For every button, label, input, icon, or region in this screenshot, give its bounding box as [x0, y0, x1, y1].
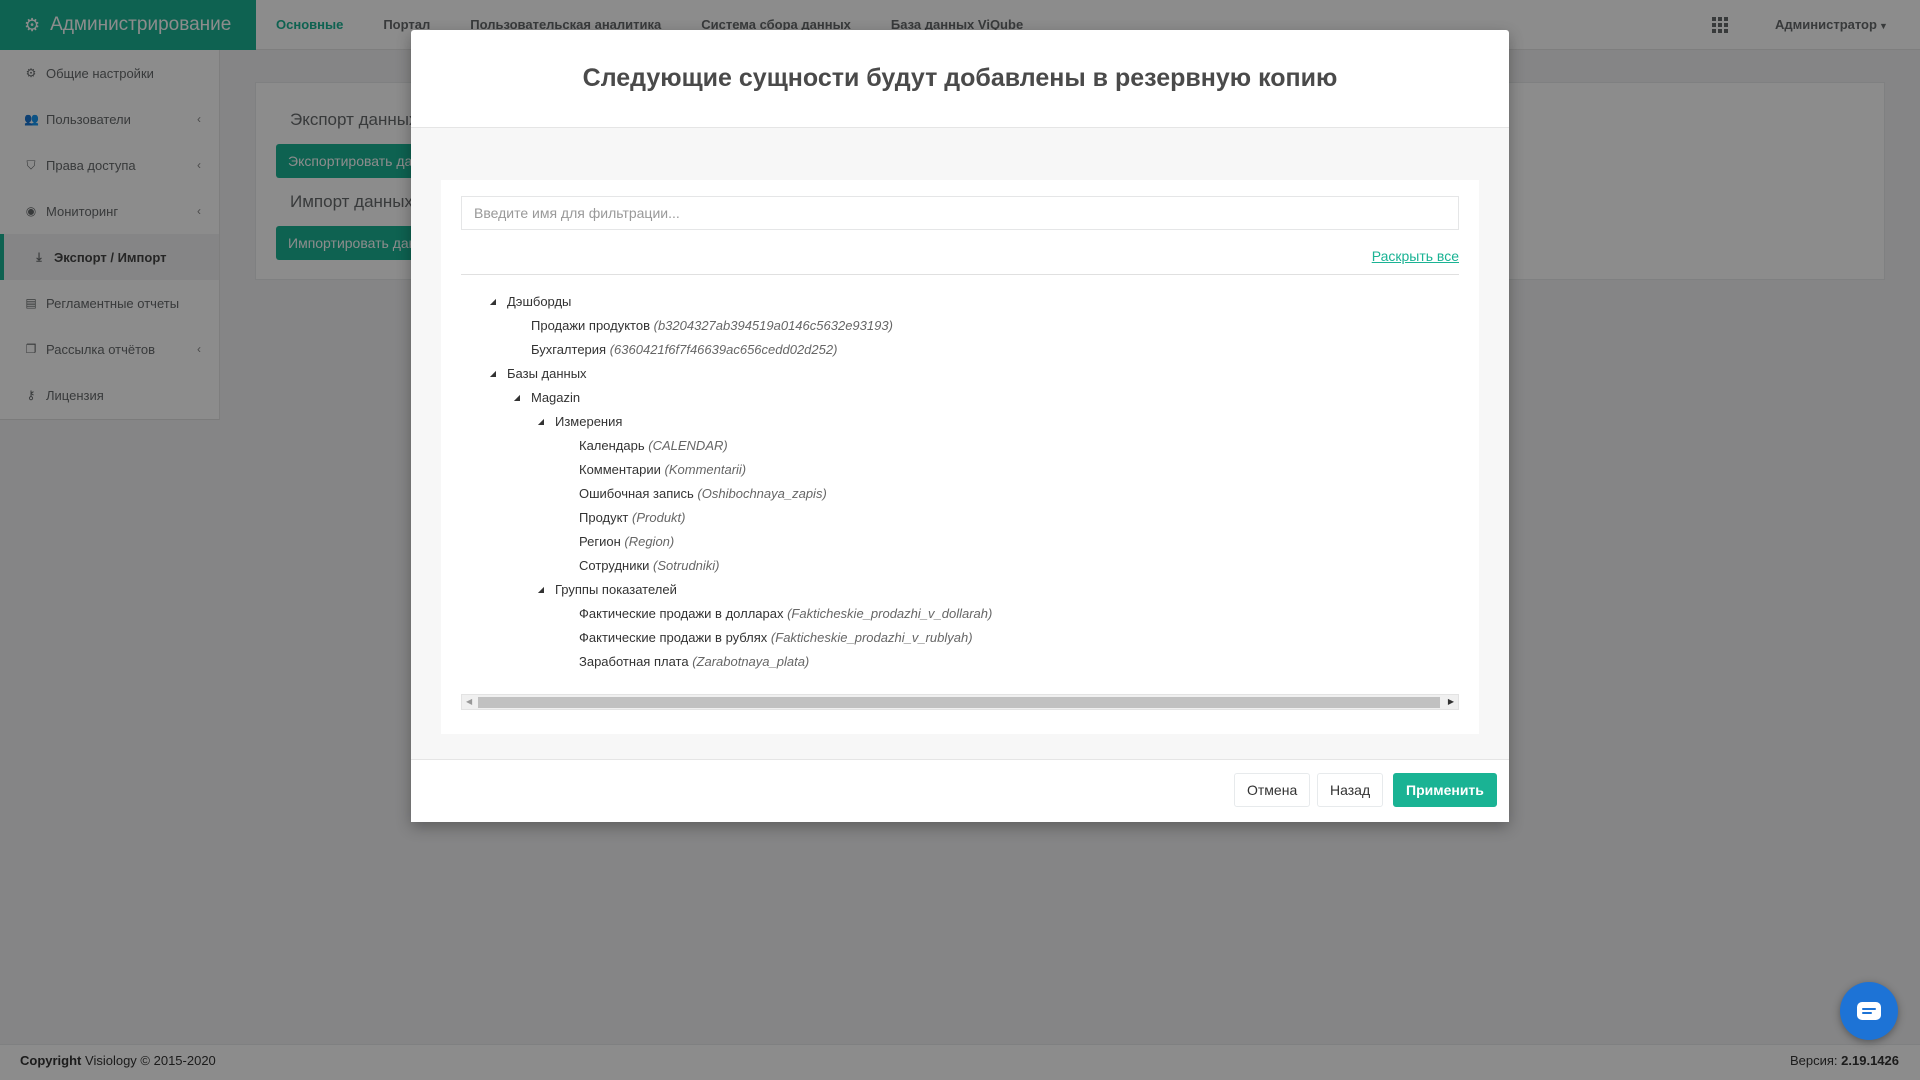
- modal-header: Следующие сущности будут добавлены в рез…: [411, 30, 1509, 128]
- tree-node-id: (CALENDAR): [648, 438, 728, 453]
- modal-body: Раскрыть все ◢ Дэшборды Продажи продукто…: [411, 128, 1509, 759]
- triangle-expanded-icon[interactable]: ◢: [487, 290, 499, 314]
- tree-node-id: (Kommentarii): [664, 462, 747, 477]
- scrollbar-thumb[interactable]: [478, 697, 1440, 708]
- tree-node-id: (Fakticheskie_prodazhi_v_dollarah): [787, 606, 993, 621]
- entity-tree: ◢ Дэшборды Продажи продуктов (b3204327ab…: [461, 290, 1459, 674]
- tree-node-label: Сотрудники: [579, 558, 650, 573]
- apply-button[interactable]: Применить: [1393, 773, 1497, 807]
- divider: [461, 274, 1459, 275]
- tree-node[interactable]: Комментарии (Kommentarii): [461, 458, 1459, 482]
- tree-node-id: (Oshibochnaya_zapis): [697, 486, 827, 501]
- tree-node[interactable]: Продукт (Produkt): [461, 506, 1459, 530]
- tree-node[interactable]: Календарь (CALENDAR): [461, 434, 1459, 458]
- tree-node[interactable]: ◢ Базы данных: [461, 362, 1459, 386]
- chat-widget-button[interactable]: [1840, 982, 1898, 1040]
- tree-node-label: Ошибочная запись: [579, 486, 694, 501]
- tree-node[interactable]: ◢ Группы показателей: [461, 578, 1459, 602]
- tree-node-label: Продукт: [579, 510, 629, 525]
- back-button[interactable]: Назад: [1317, 773, 1384, 807]
- modal-title: Следующие сущности будут добавлены в рез…: [582, 64, 1338, 92]
- tree-node-label: Заработная плата: [579, 654, 689, 669]
- tree-node-label: Дэшборды: [507, 294, 572, 309]
- tree-node-label: Бухгалтерия: [531, 342, 607, 357]
- tree-node-label: Измерения: [555, 414, 623, 429]
- scroll-right-icon[interactable]: ▶: [1448, 697, 1454, 706]
- tree-node-id: (6360421f6f7f46639ac656cedd02d252): [609, 342, 838, 357]
- tree-node-label: Календарь: [579, 438, 645, 453]
- tree-node-label: Magazin: [531, 390, 581, 405]
- tree-node[interactable]: ◢ Magazin: [461, 386, 1459, 410]
- scroll-left-icon[interactable]: ◀: [466, 697, 472, 706]
- triangle-expanded-icon[interactable]: ◢: [535, 578, 547, 602]
- tree-node[interactable]: Сотрудники (Sotrudniki): [461, 554, 1459, 578]
- tree-node-id: (Sotrudniki): [653, 558, 720, 573]
- tree-node-label: Базы данных: [507, 366, 587, 381]
- triangle-expanded-icon[interactable]: ◢: [487, 362, 499, 386]
- tree-node[interactable]: Фактические продажи в долларах (Faktiche…: [461, 602, 1459, 626]
- chat-icon: [1857, 1002, 1881, 1020]
- tree-node-label: Фактические продажи в рублях: [579, 630, 768, 645]
- tree-node-label: Продажи продуктов: [531, 318, 650, 333]
- tree-node[interactable]: Фактические продажи в рублях (Faktichesk…: [461, 626, 1459, 650]
- tree-node-label: Фактические продажи в долларах: [579, 606, 784, 621]
- triangle-expanded-icon[interactable]: ◢: [511, 386, 523, 410]
- tree-node[interactable]: Продажи продуктов (b3204327ab394519a0146…: [461, 314, 1459, 338]
- tree-node-id: (Region): [624, 534, 675, 549]
- tree-node[interactable]: ◢ Дэшборды: [461, 290, 1459, 314]
- expand-all-link[interactable]: Раскрыть все: [1372, 248, 1459, 264]
- tree-node-id: (Produkt): [632, 510, 686, 525]
- tree-node-label: Группы показателей: [555, 582, 677, 597]
- tree-node-id: (b3204327ab394519a0146c5632e93193): [653, 318, 893, 333]
- tree-node-label: Комментарии: [579, 462, 661, 477]
- tree-node-label: Регион: [579, 534, 621, 549]
- tree-node-id: (Zarabotnaya_plata): [692, 654, 810, 669]
- cancel-button[interactable]: Отмена: [1234, 773, 1311, 807]
- entities-panel: Раскрыть все ◢ Дэшборды Продажи продукто…: [441, 180, 1479, 734]
- tree-node[interactable]: Заработная плата (Zarabotnaya_plata): [461, 650, 1459, 674]
- modal-footer: Отмена Назад Применить: [411, 759, 1509, 822]
- tree-node[interactable]: Бухгалтерия (6360421f6f7f46639ac656cedd0…: [461, 338, 1459, 362]
- tree-node[interactable]: Регион (Region): [461, 530, 1459, 554]
- horizontal-scrollbar[interactable]: ◀ ▶: [461, 694, 1459, 710]
- tree-node[interactable]: Ошибочная запись (Oshibochnaya_zapis): [461, 482, 1459, 506]
- filter-input[interactable]: [461, 196, 1459, 230]
- tree-node[interactable]: ◢ Измерения: [461, 410, 1459, 434]
- triangle-expanded-icon[interactable]: ◢: [535, 410, 547, 434]
- backup-modal: Следующие сущности будут добавлены в рез…: [411, 30, 1509, 822]
- tree-node-id: (Fakticheskie_prodazhi_v_rublyah): [770, 630, 973, 645]
